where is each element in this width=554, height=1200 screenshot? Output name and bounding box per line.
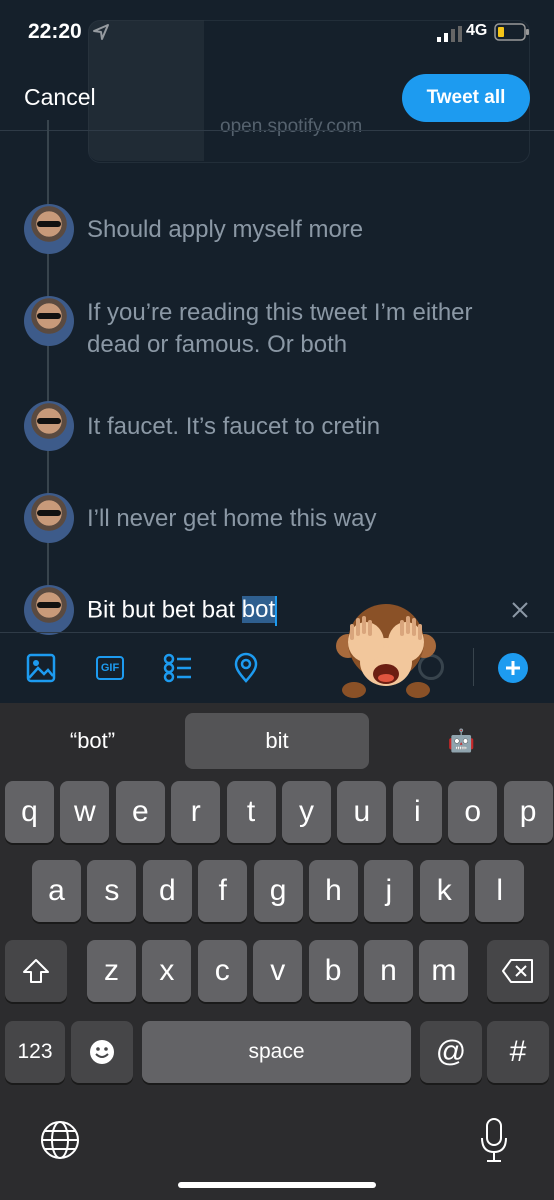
key-q[interactable]: q	[5, 781, 54, 843]
key-r[interactable]: r	[171, 781, 221, 843]
key-f[interactable]: f	[198, 860, 248, 922]
key-m[interactable]: m	[419, 940, 469, 1002]
key-k[interactable]: k	[419, 860, 469, 922]
key-e[interactable]: e	[115, 781, 165, 843]
key-b[interactable]: b	[308, 940, 358, 1002]
key-d[interactable]: d	[142, 860, 192, 922]
tweet-all-button[interactable]: Tweet all	[402, 74, 530, 122]
key-x[interactable]: x	[142, 940, 192, 1002]
key-g[interactable]: g	[253, 860, 303, 922]
numbers-key[interactable]: 123	[5, 1021, 65, 1083]
close-icon[interactable]	[508, 598, 532, 622]
key-s[interactable]: s	[87, 860, 137, 922]
header-divider	[0, 130, 554, 131]
avatar	[24, 493, 74, 543]
microphone-icon[interactable]	[478, 1116, 510, 1164]
see-no-evil-monkey-emoji	[336, 604, 436, 698]
gif-icon[interactable]: GIF	[94, 652, 126, 684]
compose-text: Bit but bet bat	[87, 596, 242, 624]
add-tweet-button[interactable]	[498, 653, 528, 683]
avatar	[24, 585, 74, 635]
key-c[interactable]: c	[197, 940, 247, 1002]
key-h[interactable]: h	[309, 860, 358, 922]
key-t[interactable]: t	[226, 781, 276, 843]
key-j[interactable]: j	[364, 860, 414, 922]
key-n[interactable]: n	[364, 940, 413, 1002]
toolbar-divider	[0, 632, 554, 633]
cancel-button[interactable]: Cancel	[24, 84, 96, 111]
shift-key[interactable]	[5, 940, 67, 1002]
text-cursor	[275, 596, 278, 626]
key-z[interactable]: z	[87, 940, 136, 1002]
link-thumbnail	[88, 20, 204, 161]
key-o[interactable]: o	[448, 781, 498, 843]
location-icon[interactable]	[230, 652, 262, 684]
delete-key[interactable]	[487, 940, 549, 1002]
key-a[interactable]: a	[32, 860, 81, 922]
link-domain: open.spotify.com	[220, 116, 363, 137]
emoji-key[interactable]	[71, 1021, 133, 1083]
key-i[interactable]: i	[392, 781, 442, 843]
globe-icon[interactable]	[38, 1118, 82, 1162]
thread-tweet-text[interactable]: Should apply myself more	[87, 214, 507, 246]
poll-icon[interactable]	[162, 652, 194, 684]
thread-tweet-text[interactable]: If you’re reading this tweet I’m either …	[87, 297, 487, 361]
key-y[interactable]: y	[282, 781, 331, 843]
selected-word: bot	[241, 596, 276, 624]
suggestion-word[interactable]: bit	[185, 713, 369, 769]
suggestion-emoji[interactable]: 🤖	[369, 713, 554, 769]
hash-key[interactable]: #	[487, 1021, 549, 1083]
key-p[interactable]: p	[503, 781, 553, 843]
thread-tweet-text[interactable]: It faucet. It’s faucet to cretin	[87, 411, 507, 443]
key-l[interactable]: l	[475, 860, 525, 922]
backspace-icon	[502, 959, 533, 983]
image-icon[interactable]	[25, 652, 57, 684]
thread-tweet-text[interactable]: I’ll never get home this way	[87, 503, 507, 535]
key-v[interactable]: v	[253, 940, 303, 1002]
home-indicator	[178, 1182, 376, 1188]
status-time: 22:20	[28, 20, 82, 43]
compose-input[interactable]: Bit but bet bat bot	[87, 596, 278, 626]
at-key[interactable]: @	[420, 1021, 482, 1083]
shift-icon	[23, 959, 49, 983]
emoji-icon	[90, 1040, 114, 1064]
space-key[interactable]: space	[142, 1021, 411, 1083]
toolbar-vertical-divider	[473, 648, 474, 686]
key-w[interactable]: w	[60, 781, 110, 843]
avatar	[24, 296, 74, 346]
avatar	[24, 401, 74, 451]
suggestion-quoted[interactable]: “bot”	[0, 713, 185, 769]
gif-label: GIF	[95, 656, 125, 680]
avatar	[24, 204, 74, 254]
key-u[interactable]: u	[337, 781, 387, 843]
